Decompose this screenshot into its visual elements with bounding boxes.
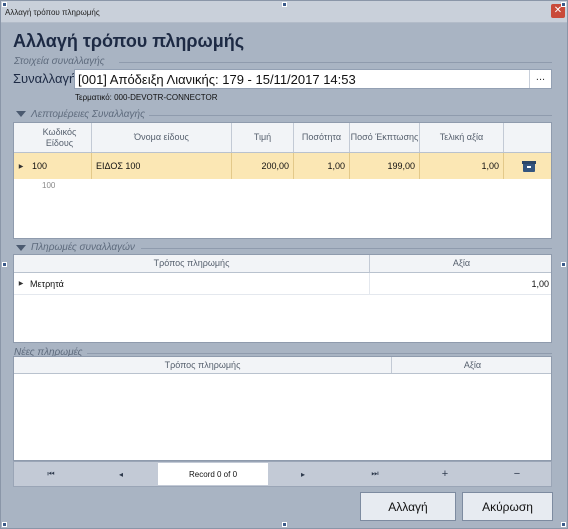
details-group-divider [149, 115, 552, 116]
column-header-discount[interactable]: Ποσό Έκπτωσης [350, 123, 420, 152]
previous-record-button[interactable]: ◂ [106, 462, 136, 486]
column-header-code[interactable]: Κωδικός Είδους [28, 123, 92, 152]
payments-grid: Τρόπος πληρωμής Αξία ▶ Μετρητά 1,00 [13, 254, 552, 343]
first-record-button[interactable]: ⏮ [36, 462, 66, 486]
new-payments-grid: Τρόπος πληρωμής Αξία [13, 356, 552, 461]
next-record-button[interactable]: ▸ [288, 462, 318, 486]
last-record-button[interactable]: ⏭ [360, 462, 390, 486]
column-header-method[interactable]: Τρόπος πληρωμής [14, 357, 392, 373]
column-header-quantity[interactable]: Ποσότητα [294, 123, 350, 152]
cell-value[interactable]: 1,00 [370, 273, 551, 294]
add-record-button[interactable]: + [430, 462, 460, 486]
column-header-price[interactable]: Τιμή [232, 123, 294, 152]
new-payments-group-divider [87, 353, 552, 354]
details-grid: Κωδικός Είδους Όνομα είδους Τιμή Ποσότητ… [13, 122, 552, 239]
change-button[interactable]: Αλλαγή [360, 492, 456, 521]
resize-handle-top-right[interactable] [561, 2, 566, 7]
resize-handle-bottom-left[interactable] [2, 522, 7, 527]
transaction-value: [001] Απόδειξη Λιανικής: 179 - 15/11/201… [78, 72, 356, 87]
record-counter: Record 0 of 0 [158, 463, 268, 485]
collapse-details-icon[interactable] [16, 111, 26, 117]
new-payments-grid-header: Τρόπος πληρωμής Αξία [14, 357, 551, 374]
box-icon[interactable] [521, 160, 536, 173]
resize-handle-top-left[interactable] [2, 2, 7, 7]
payments-grid-header: Τρόπος πληρωμής Αξία [14, 255, 551, 273]
resize-handle-bottom-right[interactable] [561, 522, 566, 527]
payments-group-divider [141, 248, 552, 249]
table-row[interactable]: ▶ 100 ΕΙΔΟΣ 100 200,00 1,00 199,00 1,00 [14, 153, 551, 179]
transaction-group-label: Στοιχεία συναλλαγής [14, 56, 105, 67]
column-header-value[interactable]: Αξία [370, 255, 551, 272]
cell-quantity[interactable]: 1,00 [294, 153, 350, 179]
details-group-label: Λεπτομέρειες Συναλλαγής [31, 109, 145, 120]
transaction-field[interactable]: [001] Απόδειξη Λιανικής: 179 - 15/11/201… [74, 69, 552, 89]
sub-row-code: 100 [42, 181, 56, 190]
collapse-payments-icon[interactable] [16, 245, 26, 251]
resize-handle-top-center[interactable] [282, 2, 287, 7]
cell-method[interactable]: Μετρητά [26, 273, 370, 294]
cell-code[interactable]: 100 [28, 153, 92, 179]
cancel-button[interactable]: Ακύρωση [462, 492, 553, 521]
window-title: Αλλαγή τρόπου πληρωμής [5, 8, 100, 17]
transaction-group-divider [119, 62, 552, 63]
transaction-field-label: Συναλλαγή [13, 71, 77, 86]
record-navigator: ⏮ ◂ Record 0 of 0 ▸ ⏭ + − [13, 461, 552, 487]
resize-handle-bottom-center[interactable] [282, 522, 287, 527]
dialog-window: Αλλαγή τρόπου πληρωμής ✕ Αλλαγή τρόπου π… [0, 0, 568, 529]
details-grid-header: Κωδικός Είδους Όνομα είδους Τιμή Ποσότητ… [14, 123, 551, 153]
resize-handle-right-middle[interactable] [561, 262, 566, 267]
cell-final[interactable]: 1,00 [420, 153, 504, 179]
column-header-final[interactable]: Τελική αξία [420, 123, 504, 152]
remove-record-button[interactable]: − [502, 462, 532, 486]
ellipsis-button[interactable]: ... [529, 70, 551, 88]
payments-group-label: Πληρωμές συναλλαγών [31, 242, 135, 253]
column-header-method[interactable]: Τρόπος πληρωμής [14, 255, 370, 272]
page-title: Αλλαγή τρόπου πληρωμής [13, 31, 245, 51]
column-header-name[interactable]: Όνομα είδους [92, 123, 232, 152]
table-row[interactable]: ▶ Μετρητά 1,00 [14, 273, 551, 295]
cell-name[interactable]: ΕΙΔΟΣ 100 [92, 153, 232, 179]
column-header-value[interactable]: Αξία [392, 357, 551, 373]
row-indicator-icon: ▶ [18, 163, 24, 170]
cell-price[interactable]: 200,00 [232, 153, 294, 179]
cell-action[interactable] [504, 153, 551, 179]
terminal-label: Τερματικό: 000-DEVOTR-CONNECTOR [75, 93, 218, 102]
resize-handle-left-middle[interactable] [2, 262, 7, 267]
detail-sub-row: 100 [14, 179, 551, 193]
cell-discount[interactable]: 199,00 [350, 153, 420, 179]
